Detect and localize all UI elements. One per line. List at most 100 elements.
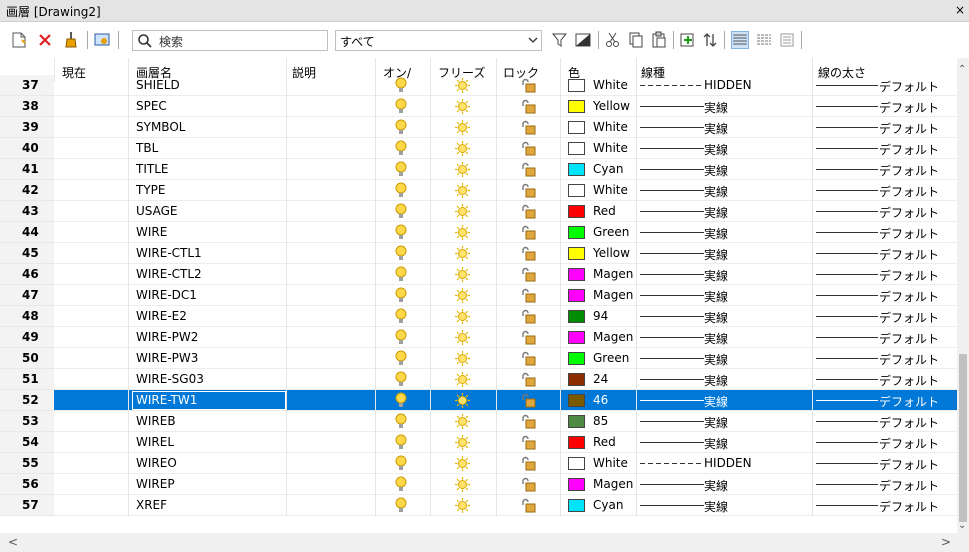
paste-button[interactable] (650, 31, 668, 49)
color-name[interactable]: Yellow (593, 99, 636, 113)
new-layer-button[interactable] (10, 31, 28, 49)
table-row[interactable]: 43 USAGE Red 実線 デフォルト (0, 201, 957, 222)
color-name[interactable]: Yellow (593, 246, 636, 260)
color-name[interactable]: Green (593, 351, 636, 365)
sun-icon[interactable] (454, 245, 471, 262)
sun-icon[interactable] (454, 98, 471, 115)
lineweight-name[interactable]: デフォルト (879, 141, 939, 158)
lineweight-name[interactable]: デフォルト (879, 498, 939, 515)
lineweight-name[interactable]: デフォルト (879, 246, 939, 263)
color-name[interactable]: White (593, 78, 636, 92)
sun-icon[interactable] (454, 434, 471, 451)
unlock-icon[interactable] (520, 120, 536, 135)
unlock-icon[interactable] (520, 330, 536, 345)
lineweight-name[interactable]: デフォルト (879, 120, 939, 137)
lightbulb-icon[interactable] (394, 308, 408, 325)
color-name[interactable]: White (593, 456, 636, 470)
lineweight-name[interactable]: デフォルト (879, 99, 939, 116)
table-row[interactable]: 40 TBL White 実線 デフォルト (0, 138, 957, 159)
color-swatch[interactable] (568, 247, 585, 260)
color-swatch[interactable] (568, 478, 585, 491)
unlock-icon[interactable] (520, 351, 536, 366)
color-swatch[interactable] (568, 268, 585, 281)
table-row[interactable]: 47 WIRE-DC1 Magen 実線 デフォルト (0, 285, 957, 306)
lineweight-name[interactable]: デフォルト (879, 456, 939, 473)
lineweight-name[interactable]: デフォルト (879, 183, 939, 200)
layer-name[interactable]: WIRE-PW2 (136, 330, 198, 344)
linetype-name[interactable]: 実線 (704, 330, 728, 347)
layer-name[interactable]: TYPE (136, 183, 165, 197)
linetype-name[interactable]: 実線 (704, 141, 728, 158)
horizontal-scrollbar[interactable]: < > (0, 533, 969, 552)
table-row[interactable]: 37 SHIELD White HIDDEN デフォルト (0, 75, 957, 96)
lineweight-name[interactable]: デフォルト (879, 288, 939, 305)
vertical-scrollbar[interactable]: ⌃ ⌄ (957, 58, 969, 533)
linetype-name[interactable]: 実線 (704, 99, 728, 116)
unlock-icon[interactable] (520, 267, 536, 282)
color-swatch[interactable] (568, 394, 585, 407)
sun-icon[interactable] (454, 329, 471, 346)
sun-icon[interactable] (454, 266, 471, 283)
table-row[interactable]: 41 TITLE Cyan 実線 デフォルト (0, 159, 957, 180)
lineweight-name[interactable]: デフォルト (879, 414, 939, 431)
lightbulb-icon[interactable] (394, 77, 408, 94)
lightbulb-icon[interactable] (394, 203, 408, 220)
layer-name[interactable]: WIREP (136, 477, 175, 491)
color-name[interactable]: Magen (593, 288, 636, 302)
layer-name[interactable]: TITLE (136, 162, 168, 176)
layer-name[interactable]: WIREL (136, 435, 174, 449)
layer-name[interactable]: XREF (136, 498, 167, 512)
table-row[interactable]: 52 WIRE-TW1 46 実線 デフォルト (0, 390, 957, 411)
lightbulb-icon[interactable] (394, 182, 408, 199)
layer-name[interactable]: TBL (136, 141, 158, 155)
lightbulb-icon[interactable] (394, 476, 408, 493)
filter-button[interactable] (551, 31, 569, 49)
linetype-name[interactable]: 実線 (704, 414, 728, 431)
table-row[interactable]: 48 WIRE-E2 94 実線 デフォルト (0, 306, 957, 327)
lightbulb-icon[interactable] (394, 119, 408, 136)
color-name[interactable]: Magen (593, 267, 636, 281)
lightbulb-icon[interactable] (394, 455, 408, 472)
vertical-scroll-thumb[interactable] (959, 354, 967, 522)
lightbulb-icon[interactable] (394, 224, 408, 241)
color-swatch[interactable] (568, 163, 585, 176)
sun-icon[interactable] (454, 140, 471, 157)
close-button[interactable]: × (953, 2, 967, 18)
scroll-up-icon[interactable]: ⌃ (958, 64, 966, 75)
lineweight-name[interactable]: デフォルト (879, 435, 939, 452)
unlock-icon[interactable] (520, 372, 536, 387)
lineweight-name[interactable]: デフォルト (879, 393, 939, 410)
color-name[interactable]: Red (593, 204, 636, 218)
layer-name[interactable]: SHIELD (136, 78, 180, 92)
table-row[interactable]: 49 WIRE-PW2 Magen 実線 デフォルト (0, 327, 957, 348)
layer-name[interactable]: SPEC (136, 99, 167, 113)
layer-name[interactable]: WIRE-E2 (136, 309, 187, 323)
lightbulb-icon[interactable] (394, 371, 408, 388)
color-swatch[interactable] (568, 436, 585, 449)
color-name[interactable]: 94 (593, 309, 636, 323)
color-swatch[interactable] (568, 100, 585, 113)
linetype-name[interactable]: 実線 (704, 393, 728, 410)
table-row[interactable]: 42 TYPE White 実線 デフォルト (0, 180, 957, 201)
search-box[interactable]: 検索 (132, 30, 328, 51)
color-name[interactable]: Green (593, 225, 636, 239)
unlock-icon[interactable] (520, 498, 536, 513)
layer-name[interactable]: USAGE (136, 204, 178, 218)
linetype-name[interactable]: 実線 (704, 183, 728, 200)
set-current-button[interactable] (93, 31, 111, 49)
purge-layer-button[interactable] (62, 31, 80, 49)
lightbulb-icon[interactable] (394, 98, 408, 115)
unlock-icon[interactable] (520, 309, 536, 324)
unlock-icon[interactable] (520, 435, 536, 450)
table-row[interactable]: 51 WIRE-SG03 24 実線 デフォルト (0, 369, 957, 390)
table-row[interactable]: 55 WIREO White HIDDEN デフォルト (0, 453, 957, 474)
unlock-icon[interactable] (520, 393, 536, 408)
lightbulb-icon[interactable] (394, 266, 408, 283)
unlock-icon[interactable] (520, 456, 536, 471)
search-input[interactable]: 検索 (159, 33, 183, 50)
linetype-name[interactable]: 実線 (704, 246, 728, 263)
color-swatch[interactable] (568, 457, 585, 470)
color-swatch[interactable] (568, 226, 585, 239)
unlock-icon[interactable] (520, 477, 536, 492)
sun-icon[interactable] (454, 77, 471, 94)
